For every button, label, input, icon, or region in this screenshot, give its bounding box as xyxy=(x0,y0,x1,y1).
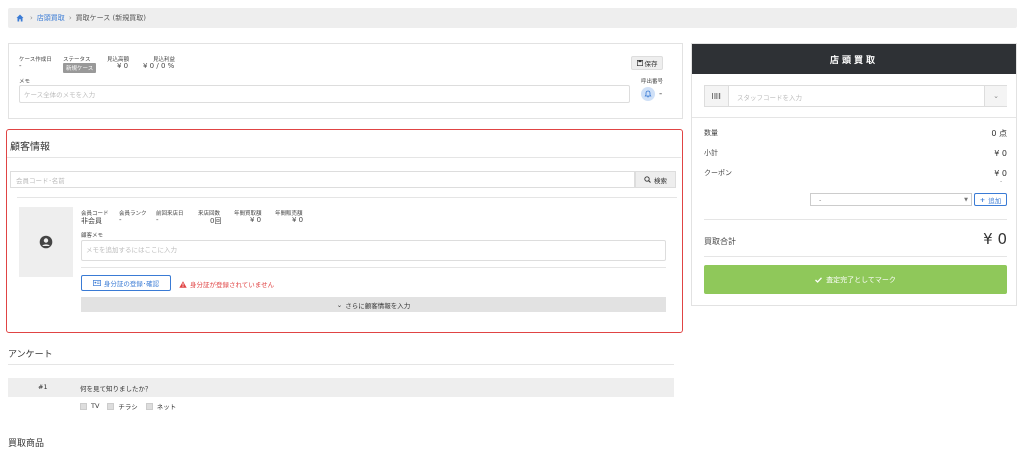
quantity-label: 数量 xyxy=(704,129,718,137)
caret-down-icon: ▼ xyxy=(964,196,968,203)
total-value: ¥ 0 xyxy=(983,230,1007,248)
coupon-select[interactable]: - ▼ xyxy=(810,193,972,206)
field-value-last-visit: - xyxy=(156,216,159,224)
chevron-down-icon: ⌄ xyxy=(336,300,343,309)
id-card-icon xyxy=(92,280,101,286)
divider xyxy=(7,157,681,158)
breadcrumb-current: 買取ケース (新規買取) xyxy=(75,14,146,22)
store-buy-panel: 店頭買取 スタッフコードを入力 ⌄ 数量 0 点 小計 ¥ 0 クーポン ¥ 0… xyxy=(691,43,1017,306)
complete-assessment-button[interactable]: 査定完了としてマーク xyxy=(704,265,1007,294)
id-register-button[interactable]: 身分証の登録･確認 xyxy=(81,275,171,291)
customer-memo-label: 顧客メモ xyxy=(81,233,104,239)
field-value-member-rank: - xyxy=(119,216,122,224)
store-buy-header: 店頭買取 xyxy=(692,44,1016,74)
divider xyxy=(81,267,666,268)
breadcrumb-link-store-buy[interactable]: 店頭買取 xyxy=(37,13,65,23)
field-label-last-visit: 前回来店日 xyxy=(156,211,184,217)
search-icon xyxy=(644,176,651,183)
items-title: 買取商品 xyxy=(8,439,45,449)
survey-question-number: #1 xyxy=(38,383,48,391)
customer-memo-placeholder: メモを追加するにはここに入力 xyxy=(86,246,177,254)
estimate-value: ¥ 0 xyxy=(117,62,129,70)
id-warning-text: 身分証が登録されていません xyxy=(190,281,275,289)
customer-search-input[interactable]: 会員コード･名前 xyxy=(10,171,635,188)
call-number-label: 呼出番号 xyxy=(641,79,664,85)
coupon-add-button[interactable]: + 追加 xyxy=(974,193,1007,206)
divider xyxy=(17,197,677,198)
created-label: ケース作成日 xyxy=(19,57,52,63)
customer-memo-textarea[interactable]: メモを追加するにはここに入力 xyxy=(81,240,666,261)
save-label: 保存 xyxy=(644,60,658,68)
case-memo-textarea[interactable]: ケース全体のメモを入力 xyxy=(19,85,630,103)
bell-icon[interactable] xyxy=(641,87,655,101)
field-value-annual-sales: ¥ 0 xyxy=(292,216,304,224)
plus-icon: + xyxy=(979,195,986,204)
coupon-add-label: 追加 xyxy=(988,196,1002,205)
check-icon xyxy=(815,276,823,283)
total-label: 買取合計 xyxy=(704,237,736,246)
chevron-down-icon[interactable]: ⌄ xyxy=(984,86,1007,106)
survey-options: TV チラシ ネット xyxy=(80,401,176,411)
survey-option-checkbox-flyer[interactable] xyxy=(107,402,115,410)
status-label: ステータス xyxy=(63,57,91,63)
quantity-value: 0 点 xyxy=(991,129,1007,138)
barcode-icon xyxy=(705,86,729,106)
survey-option-checkbox-net[interactable] xyxy=(145,402,153,410)
home-icon[interactable] xyxy=(16,14,24,22)
survey-option-label-tv: TV xyxy=(91,402,100,410)
coupon-value: ¥ 0 xyxy=(994,169,1007,178)
customer-search-button[interactable]: 検索 xyxy=(635,171,676,188)
survey-option-label-net: ネット xyxy=(156,403,177,411)
field-label-member-rank: 会員ランク xyxy=(119,211,147,217)
field-value-annual-buy: ¥ 0 xyxy=(250,216,262,224)
survey-option-checkbox-tv[interactable] xyxy=(80,402,87,410)
memo-label: メモ xyxy=(19,79,31,85)
created-value: - xyxy=(19,62,22,70)
breadcrumb: › 店頭買取 › 買取ケース (新規買取) xyxy=(8,8,1017,28)
save-icon xyxy=(636,60,643,66)
divider xyxy=(692,117,1016,118)
survey-option-label-flyer: チラシ xyxy=(118,403,138,411)
divider xyxy=(704,256,1007,257)
survey-question-text: 何を見て知りましたか？ xyxy=(80,385,152,393)
avatar xyxy=(19,207,73,277)
customer-search-label: 検索 xyxy=(654,176,667,185)
breadcrumb-separator: › xyxy=(30,14,33,22)
more-customer-info-label: さらに顧客情報を入力 xyxy=(345,301,411,310)
id-register-label: 身分証の登録･確認 xyxy=(103,280,160,288)
divider xyxy=(704,219,1007,220)
warning-icon xyxy=(179,280,187,288)
divider xyxy=(8,364,674,365)
call-number-value: - xyxy=(659,89,663,99)
coupon-label: クーポン xyxy=(704,169,732,177)
customer-panel: 顧客情報 会員コード･名前 検索 会員コード 非会員 会員ランク - 前回来店日… xyxy=(6,129,683,333)
user-icon xyxy=(39,235,53,249)
subtotal-value: ¥ 0 xyxy=(994,149,1007,158)
profit-value: ¥ 0 / 0 % xyxy=(143,62,175,70)
case-panel: ケース作成日 - ステータス 新規ケース 見込高額 ¥ 0 見込利益 ¥ 0 /… xyxy=(8,43,683,119)
staff-code-combobox[interactable]: スタッフコードを入力 ⌄ xyxy=(704,85,1007,107)
case-memo-placeholder: ケース全体のメモを入力 xyxy=(24,91,96,99)
coupon-sub-value: - xyxy=(1000,178,1003,185)
coupon-select-value: - xyxy=(819,195,822,204)
survey-question-row: #1 何を見て知りましたか？ xyxy=(8,378,674,397)
staff-code-placeholder: スタッフコードを入力 xyxy=(737,94,802,102)
subtotal-label: 小計 xyxy=(704,149,718,157)
complete-assessment-label: 査定完了としてマーク xyxy=(826,275,896,284)
survey-title: アンケート xyxy=(8,350,53,360)
field-value-member-code: 非会員 xyxy=(81,217,102,225)
breadcrumb-separator: › xyxy=(68,14,72,22)
customer-search-placeholder: 会員コード･名前 xyxy=(16,176,65,185)
customer-title: 顧客情報 xyxy=(10,142,50,153)
status-badge: 新規ケース xyxy=(63,63,97,73)
save-button[interactable]: 保存 xyxy=(631,56,663,70)
more-customer-info-button[interactable]: ⌄ さらに顧客情報を入力 xyxy=(81,297,666,312)
field-value-visit-count: 0回 xyxy=(210,217,222,225)
id-warning: 身分証が登録されていません xyxy=(179,279,274,289)
